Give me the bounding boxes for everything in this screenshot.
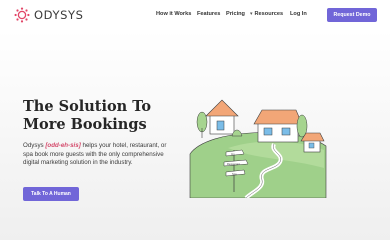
nav-pricing[interactable]: Pricing xyxy=(226,11,245,17)
signpost-label: Spa xyxy=(232,172,237,176)
nav-resources[interactable]: ▾ Resources xyxy=(250,11,283,17)
nav-how-it-works[interactable]: How it Works xyxy=(156,11,191,17)
desc-phonetic: [odd-eh-sis] xyxy=(45,142,81,149)
signpost-label: Restaurant xyxy=(227,162,240,166)
brand-logo[interactable]: ODYSYS xyxy=(14,7,84,23)
nav-resources-label: Resources xyxy=(254,11,284,17)
signpost-label: Inn xyxy=(231,152,235,156)
village-illustration: Inn Restaurant Spa xyxy=(189,99,327,198)
site-header: ODYSYS How it Works Features Pricing ▾ R… xyxy=(0,0,390,30)
inn-house-icon xyxy=(205,99,239,135)
nav-log-in[interactable]: Log In xyxy=(290,11,307,17)
hero-description: Odysys [odd-eh-sis] helps your hotel, re… xyxy=(23,142,169,168)
brand-name: ODYSYS xyxy=(34,8,84,22)
nav-features[interactable]: Features xyxy=(197,11,220,17)
odysys-logo-icon xyxy=(14,7,30,23)
chevron-down-icon: ▾ xyxy=(250,11,253,17)
restaurant-house-icon xyxy=(253,109,303,143)
talk-to-human-button[interactable]: Talk To A Human xyxy=(23,187,79,201)
desc-brand: Odysys xyxy=(23,142,44,149)
request-demo-button[interactable]: Request Demo xyxy=(327,8,377,22)
hero-title: The Solution To More Bookings xyxy=(23,98,152,133)
